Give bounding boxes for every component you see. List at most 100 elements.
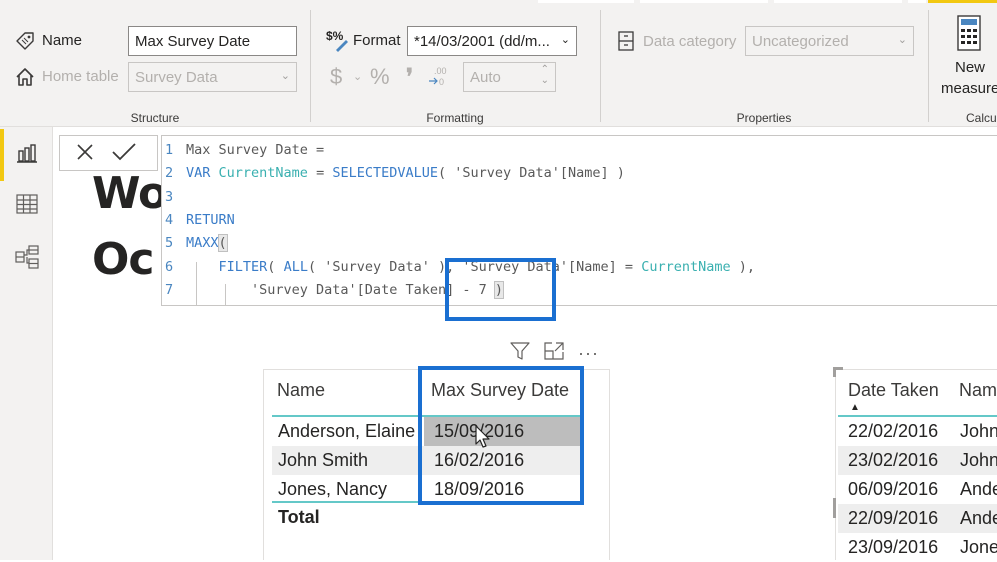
line-number: 7 xyxy=(165,281,174,298)
format-dropdown[interactable]: *14/03/2001 (dd/m... ⌄ xyxy=(407,26,577,56)
column-highlight-box xyxy=(418,366,584,505)
data-category-dropdown[interactable]: Uncategorized ⌄ xyxy=(745,26,914,56)
code-text: ( 'Survey Data'[Name] ) xyxy=(438,165,625,182)
table-row[interactable]: 22/02/2016 John xyxy=(838,417,997,446)
group-divider xyxy=(600,10,601,122)
active-view-indicator xyxy=(0,129,4,181)
commit-formula-button[interactable] xyxy=(110,141,138,167)
table-row[interactable]: 23/02/2016 John xyxy=(838,446,997,475)
chevron-down-icon[interactable]: ⌄ xyxy=(353,70,362,83)
percent-button[interactable]: % xyxy=(370,64,390,90)
nav-report-view[interactable] xyxy=(12,140,42,170)
code-keyword: VAR xyxy=(186,165,211,182)
nav-model-view[interactable] xyxy=(12,244,42,274)
resize-handle-side[interactable] xyxy=(833,498,836,518)
line-number: 5 xyxy=(165,235,174,252)
new-measure-label-line1: New xyxy=(955,59,986,76)
resize-handle-corner[interactable] xyxy=(833,367,836,377)
nav-data-view[interactable] xyxy=(12,191,42,221)
column-header-date-taken[interactable]: Date Taken xyxy=(848,380,939,401)
table-icon xyxy=(16,193,38,220)
svg-text:0: 0 xyxy=(439,77,444,87)
decimal-places-value: Auto xyxy=(470,69,501,86)
code-text: ( xyxy=(267,258,284,275)
structure-group-label: Structure xyxy=(130,111,180,125)
cell-date-taken: 23/09/2016 xyxy=(848,537,939,557)
close-icon xyxy=(76,143,94,166)
code-text: = xyxy=(307,165,333,182)
data-category-label: Data category xyxy=(643,33,737,50)
table-row[interactable]: 23/09/2016 Jone xyxy=(838,533,997,562)
currency-button[interactable]: $ xyxy=(330,64,342,90)
code-line[interactable]: 4 RETURN xyxy=(162,209,235,232)
decimal-places-input[interactable]: Auto ⌃ ⌄ xyxy=(463,62,556,92)
code-highlight-box xyxy=(445,258,556,321)
comma-button[interactable]: ❜ xyxy=(406,64,413,90)
code-line[interactable]: 2 VAR CurrentName = SELECTEDVALUE( 'Surve… xyxy=(162,162,625,185)
code-keyword: ALL xyxy=(283,258,308,275)
home-table-label: Home table xyxy=(42,68,119,85)
code-line[interactable]: 3 xyxy=(162,186,186,209)
measure-name-input[interactable]: Max Survey Date xyxy=(128,26,297,56)
measure-name-value: Max Survey Date xyxy=(135,33,251,50)
name-label: Name xyxy=(42,32,83,49)
line-number: 6 xyxy=(165,258,174,275)
svg-text:.00: .00 xyxy=(434,66,447,76)
decimal-places-icon[interactable]: .00 0 xyxy=(428,64,452,90)
active-tab-indicator xyxy=(928,0,997,3)
cancel-formula-button[interactable] xyxy=(71,141,99,167)
visual-header: ··· xyxy=(510,341,599,365)
format-label: Format xyxy=(353,32,401,49)
code-keyword: SELECTEDVALUE xyxy=(332,165,438,182)
dax-formula-editor[interactable]: 1 Max Survey Date = 2 VAR CurrentName = SEL… xyxy=(161,135,997,306)
cell-name: Ande xyxy=(960,479,997,499)
left-nav xyxy=(0,127,53,560)
table-row[interactable]: 22/09/2016 Ande xyxy=(838,504,997,533)
chevron-down-icon: ⌄ xyxy=(560,34,570,46)
spin-up-icon[interactable]: ⌃ xyxy=(541,64,549,75)
group-divider xyxy=(310,10,311,122)
table-visual-survey-data[interactable]: Date Taken ▲ Name 22/02/2016John23/02/20… xyxy=(835,369,997,560)
cell-name: Anderson, Elaine xyxy=(278,421,416,441)
new-measure-label-line2: measure xyxy=(941,80,997,97)
format-icon: $% xyxy=(326,28,350,52)
code-keyword: RETURN xyxy=(186,211,235,228)
column-header-name[interactable]: Name xyxy=(959,380,997,401)
cell-name: Ande xyxy=(960,508,997,528)
code-keyword: MAXX xyxy=(186,235,219,252)
spin-down-icon[interactable]: ⌄ xyxy=(541,75,549,86)
code-line[interactable]: 5 MAXX( xyxy=(162,232,228,255)
ribbon-tab-strip xyxy=(538,0,634,3)
ribbon-tab-strip xyxy=(640,0,768,3)
calculations-group-label: Calcu xyxy=(966,111,997,125)
bar-chart-icon xyxy=(16,142,38,169)
more-options-icon[interactable]: ··· xyxy=(578,344,599,362)
svg-text:$%: $% xyxy=(326,29,344,43)
code-keyword: FILTER xyxy=(218,258,268,275)
home-table-dropdown[interactable]: Survey Data ⌄ xyxy=(128,62,297,92)
mouse-cursor-icon xyxy=(475,425,491,454)
tag-icon xyxy=(14,30,36,52)
line-number: 4 xyxy=(165,211,174,228)
chevron-down-icon: ⌄ xyxy=(897,34,907,46)
model-icon xyxy=(15,244,39,274)
new-measure-button[interactable]: New measure xyxy=(938,12,997,98)
total-label: Total xyxy=(278,507,320,527)
column-header-name[interactable]: Name xyxy=(277,380,325,401)
cell-name: John Smith xyxy=(278,450,369,470)
formula-bar-buttons xyxy=(59,135,158,171)
checkmark-icon xyxy=(112,142,136,166)
matched-paren: ( xyxy=(217,234,228,253)
filter-icon[interactable] xyxy=(510,341,530,365)
calculator-icon xyxy=(956,14,982,52)
properties-group-label: Properties xyxy=(736,111,792,125)
ribbon-tab-strip xyxy=(774,0,902,3)
table-row[interactable]: 06/09/2016 Ande xyxy=(838,475,997,504)
code-line[interactable]: 1 Max Survey Date = xyxy=(162,139,324,162)
sort-ascending-icon[interactable]: ▲ xyxy=(850,402,860,413)
data-category-icon xyxy=(616,30,636,52)
focus-mode-icon[interactable] xyxy=(544,341,564,365)
code-variable: CurrentName xyxy=(641,258,731,275)
home-table-value: Survey Data xyxy=(135,69,218,86)
